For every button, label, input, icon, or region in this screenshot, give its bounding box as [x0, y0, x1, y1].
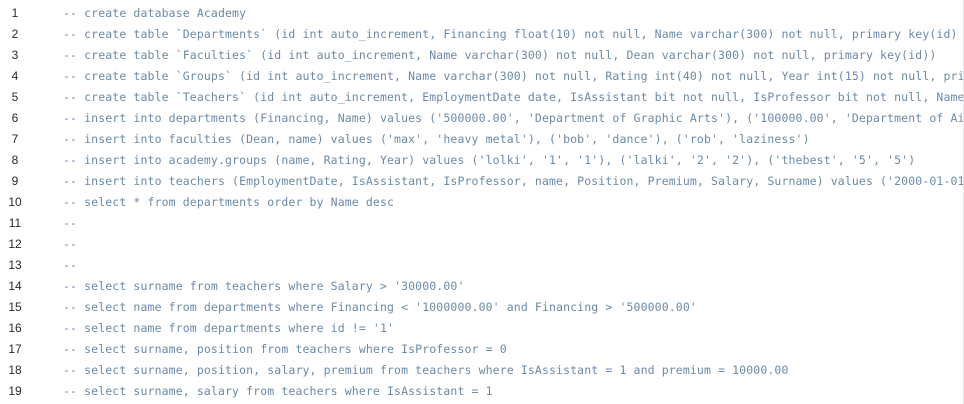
code-comment[interactable]: -- select * from departments order by Na…: [63, 195, 394, 209]
code-comment[interactable]: --: [63, 237, 77, 251]
line-number: 17: [8, 341, 22, 356]
code-comment[interactable]: -- select name from departments where id…: [63, 321, 394, 335]
code-comment[interactable]: -- select surname, position, salary, pre…: [63, 363, 789, 377]
code-line[interactable]: 10 -- select * from departments order by …: [0, 191, 963, 212]
code-comment[interactable]: --: [63, 258, 77, 272]
code-line[interactable]: 9 -- insert into teachers (EmploymentDate…: [0, 170, 963, 191]
code-comment[interactable]: -- create table `Groups` (id int auto_in…: [63, 69, 963, 83]
line-number: 3: [11, 47, 19, 62]
code-comment[interactable]: -- select surname, position from teacher…: [63, 342, 507, 356]
line-number: 15: [8, 299, 22, 314]
line-number: 5: [11, 89, 19, 104]
code-comment[interactable]: -- select surname, salary from teachers …: [63, 384, 493, 398]
code-comment[interactable]: -- insert into teachers (EmploymentDate,…: [63, 174, 963, 188]
code-line[interactable]: 8 -- insert into academy.groups (name, Ra…: [0, 149, 963, 170]
code-line[interactable]: 5 -- create table `Teachers` (id int auto…: [0, 86, 963, 107]
code-line[interactable]: 15 -- select name from departments where …: [0, 296, 963, 317]
line-number: 10: [8, 194, 22, 209]
code-comment[interactable]: -- insert into faculties (Dean, name) va…: [63, 132, 810, 146]
code-line[interactable]: 17 -- select surname, position from teach…: [0, 338, 963, 359]
line-number: 7: [11, 131, 19, 146]
code-line[interactable]: 11 --: [0, 212, 963, 233]
code-line[interactable]: 12 --: [0, 233, 963, 254]
code-comment[interactable]: -- insert into departments (Financing, N…: [63, 111, 963, 125]
line-number: 8: [11, 152, 19, 167]
line-number: 16: [8, 320, 22, 335]
code-comment[interactable]: --: [63, 216, 77, 230]
code-comment[interactable]: -- create table `Faculties` (id int auto…: [63, 48, 936, 62]
line-number: 18: [8, 362, 22, 377]
code-comment[interactable]: -- create database Academy: [63, 6, 246, 20]
code-comment[interactable]: -- create table `Teachers` (id int auto_…: [63, 90, 963, 104]
code-comment[interactable]: -- select surname from teachers where Sa…: [63, 279, 464, 293]
code-line[interactable]: 2 -- create table `Departments` (id int a…: [0, 23, 963, 44]
code-line[interactable]: 7 -- insert into faculties (Dean, name) v…: [0, 128, 963, 149]
line-number: 14: [8, 278, 22, 293]
code-line[interactable]: 6 -- insert into departments (Financing, …: [0, 107, 963, 128]
line-number: 13: [8, 257, 22, 272]
line-number: 12: [8, 236, 22, 251]
code-comment[interactable]: -- create table `Departments` (id int au…: [63, 27, 958, 41]
code-line[interactable]: 18 -- select surname, position, salary, p…: [0, 359, 963, 380]
code-comment[interactable]: -- select name from departments where Fi…: [63, 300, 697, 314]
line-number: 6: [11, 110, 19, 125]
code-line[interactable]: 1 -- create database Academy: [0, 2, 963, 23]
line-number: 4: [11, 68, 19, 83]
code-line[interactable]: 4 -- create table `Groups` (id int auto_i…: [0, 65, 963, 86]
code-line[interactable]: 14 -- select surname from teachers where …: [0, 275, 963, 296]
line-number: 2: [11, 26, 19, 41]
code-line[interactable]: 16 -- select name from departments where …: [0, 317, 963, 338]
line-number: 1: [11, 5, 19, 20]
code-line[interactable]: 19 -- select surname, salary from teacher…: [0, 380, 963, 401]
line-number: 19: [8, 383, 22, 398]
code-comment[interactable]: -- insert into academy.groups (name, Rat…: [63, 153, 915, 167]
code-line[interactable]: 3 -- create table `Faculties` (id int aut…: [0, 44, 963, 65]
code-line[interactable]: 13 --: [0, 254, 963, 275]
line-number: 9: [11, 173, 19, 188]
line-number: 11: [8, 215, 22, 230]
code-editor[interactable]: 1 -- create database Academy 2 -- create t…: [0, 0, 964, 404]
